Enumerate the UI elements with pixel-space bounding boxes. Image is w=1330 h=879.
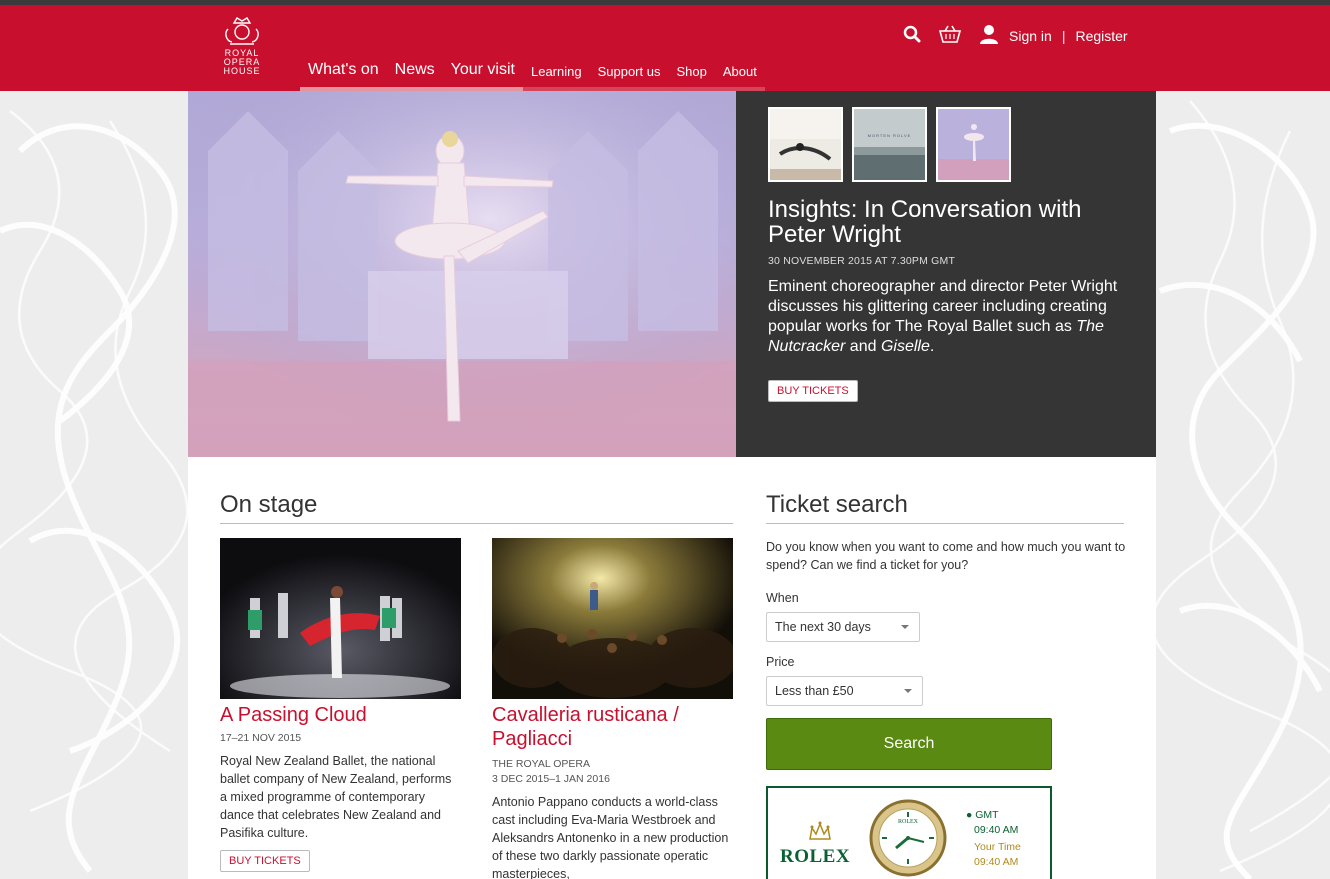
production-title[interactable]: A Passing Cloud xyxy=(220,703,461,727)
link-separator: | xyxy=(1061,27,1066,44)
site-header: ROYAL OPERA HOUSE What's on News Your vi… xyxy=(0,5,1330,95)
production-card: Cavalleria rusticana / Pagliacci THE ROY… xyxy=(492,538,733,879)
buy-tickets-button[interactable]: BUY TICKETS xyxy=(220,850,310,872)
rolex-clock-ad[interactable]: ROLEX ROLEX ● GMT 09:40 AM Your Time 09:… xyxy=(766,786,1052,879)
production-image-passing-cloud[interactable] xyxy=(220,538,461,699)
nav-about[interactable]: About xyxy=(714,64,765,95)
when-select[interactable]: The next 30 days xyxy=(766,612,920,642)
nav-label: News xyxy=(394,61,435,78)
chevron-down-icon xyxy=(901,625,909,629)
price-select-value: Less than £50 xyxy=(775,684,854,698)
ticket-search-intro: Do you know when you want to come and ho… xyxy=(766,540,1126,572)
production-company: THE ROYAL OPERA xyxy=(492,758,591,770)
search-button[interactable]: Search xyxy=(766,718,1052,770)
production-title[interactable]: Cavalleria rusticana / Pagliacci xyxy=(492,703,733,751)
rolex-times: ● GMT 09:40 AM Your Time 09:40 AM xyxy=(966,808,1021,870)
hero-image-ballerina[interactable] xyxy=(188,91,736,457)
nav-label: Support us xyxy=(597,64,661,79)
desc-text: and xyxy=(845,338,881,355)
main-nav: What's on News Your visit Learning Suppo… xyxy=(300,49,765,95)
production-image-cavalleria[interactable] xyxy=(492,538,733,699)
rolex-wordmark: ROLEX xyxy=(780,846,851,867)
gmt-row: ● GMT xyxy=(966,809,999,821)
main-content: On stage A Passing Cloud 17–21 NOV 2015 … xyxy=(188,457,1156,879)
hero-date: 30 NOVEMBER 2015 AT 7.30PM GMT xyxy=(768,255,956,267)
register-link[interactable]: Register xyxy=(1075,28,1127,44)
clock-dial-brand: ROLEX xyxy=(898,819,918,825)
sign-in-link[interactable]: Sign in xyxy=(1009,28,1052,44)
your-time: 09:40 AM xyxy=(974,856,1019,868)
nav-label: Your visit xyxy=(450,61,515,78)
production-description: Royal New Zealand Ballet, the national b… xyxy=(220,754,452,840)
gmt-label: GMT xyxy=(975,809,999,821)
gmt-time: 09:40 AM xyxy=(974,824,1019,836)
desc-text: . xyxy=(929,338,935,355)
nav-label: About xyxy=(722,64,757,79)
header-utilities: Sign in | Register xyxy=(903,24,1128,47)
nav-your-visit[interactable]: Your visit xyxy=(442,61,523,95)
clock-icon xyxy=(869,799,947,877)
thumbnail-caption: MORTEN ROLVE xyxy=(867,133,912,138)
hero-description: Eminent choreographer and director Peter… xyxy=(768,277,1138,357)
nav-label: Learning xyxy=(530,64,582,79)
production-date: 17–21 NOV 2015 xyxy=(220,732,302,744)
ticket-search-heading: Ticket search xyxy=(766,491,1124,524)
nav-learning[interactable]: Learning xyxy=(522,64,590,95)
logo-line: HOUSE xyxy=(223,66,261,76)
nav-whats-on[interactable]: What's on xyxy=(300,61,387,95)
search-icon[interactable] xyxy=(903,25,921,46)
basket-icon[interactable] xyxy=(938,25,962,46)
hero-info-panel: MORTEN ROLVE Insights: In Conversation w… xyxy=(736,91,1156,457)
thumbnail-dancer-stretch[interactable] xyxy=(768,107,843,182)
logo-wordmark: ROYAL OPERA HOUSE xyxy=(218,49,266,76)
nav-news[interactable]: News xyxy=(386,61,443,95)
desc-text: Eminent choreographer and director Peter… xyxy=(768,278,1118,335)
nav-shop[interactable]: Shop xyxy=(668,64,715,95)
rolex-crown-icon xyxy=(809,821,831,840)
nav-support-us[interactable]: Support us xyxy=(589,64,669,95)
price-label: Price xyxy=(766,655,795,669)
crest-icon xyxy=(225,17,259,45)
nav-label: What's on xyxy=(308,61,379,78)
desc-italic-title: Giselle xyxy=(880,338,930,355)
user-icon[interactable] xyxy=(979,24,999,47)
thumbnail-morten-rolve[interactable]: MORTEN ROLVE xyxy=(852,107,927,182)
chevron-down-icon xyxy=(904,689,912,693)
price-select[interactable]: Less than £50 xyxy=(766,676,923,706)
nav-label: Shop xyxy=(676,64,707,79)
your-time-label: Your Time xyxy=(974,841,1021,853)
production-card: A Passing Cloud 17–21 NOV 2015 Royal New… xyxy=(220,538,461,872)
hero-title: Insights: In Conversation with Peter Wri… xyxy=(768,196,1082,248)
hero-thumbnails: MORTEN ROLVE xyxy=(768,107,1011,182)
hero-buy-tickets-button[interactable]: BUY TICKETS xyxy=(768,380,858,402)
production-date: 3 DEC 2015–1 JAN 2016 xyxy=(492,773,610,785)
on-stage-heading: On stage xyxy=(220,491,733,524)
hero-banner: MORTEN ROLVE Insights: In Conversation w… xyxy=(188,91,1156,457)
roh-logo[interactable]: ROYAL OPERA HOUSE xyxy=(218,15,266,76)
thumbnail-ballerina[interactable] xyxy=(936,107,1011,182)
production-description: Antonio Pappano conducts a world-class c… xyxy=(492,795,729,879)
when-label: When xyxy=(766,591,799,605)
when-select-value: The next 30 days xyxy=(775,620,871,634)
